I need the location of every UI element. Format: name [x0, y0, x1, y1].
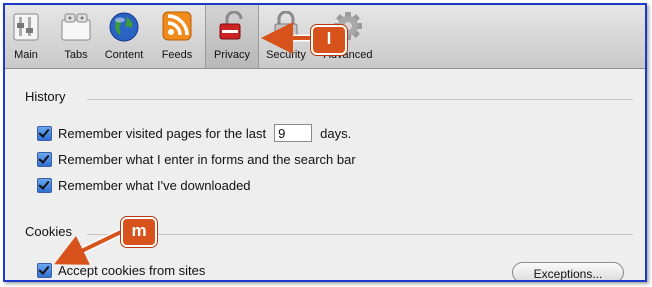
callout-m: m [121, 217, 157, 247]
preferences-window: Main Tabs Content Feeds Privacy Security… [3, 3, 647, 282]
arrow-to-accept-cookies [54, 230, 122, 265]
callout-l: l [311, 25, 347, 55]
